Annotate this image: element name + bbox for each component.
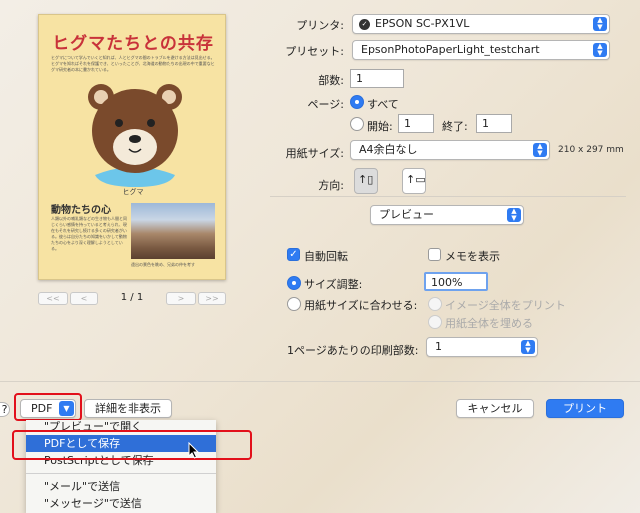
- scale-label: サイズ調整:: [304, 278, 363, 291]
- print-preview-page: ヒグマたちとの共存 ヒグマについて学んでいくと知れば、人とヒグマの間のトラブルを…: [38, 14, 226, 280]
- portrait-button[interactable]: ↑▯: [354, 168, 378, 194]
- paper-size-popup[interactable]: A4余白なし ▲ ▼: [350, 140, 550, 160]
- auto-rotate-checkbox[interactable]: ✓: [287, 248, 300, 261]
- document-title: ヒグマたちとの共存: [52, 34, 214, 54]
- printer-status-icon: ✓: [359, 19, 370, 30]
- bear-illustration: [88, 84, 182, 187]
- pages-range-radio[interactable]: [350, 117, 364, 131]
- copies-label: 部数:: [318, 74, 344, 87]
- pages-to-field[interactable]: 1: [476, 114, 512, 133]
- menu-separator: [26, 473, 216, 474]
- fit-entire-label: イメージ全体をプリント: [445, 299, 566, 312]
- paper-size-label: 用紙サイズ:: [285, 147, 344, 160]
- canyon-photo: [131, 203, 215, 259]
- portrait-icon: ↑▯: [358, 173, 374, 186]
- bear-caption: ヒグマ: [122, 188, 144, 196]
- pages-per-sheet-popup[interactable]: 1 ▲ ▼: [426, 337, 538, 357]
- pages-all-radio[interactable]: [350, 95, 364, 109]
- printer-value: EPSON SC-PX1VL: [375, 17, 470, 30]
- fit-entire-radio[interactable]: [428, 297, 442, 311]
- chevron-updown-icon: ▲ ▼: [507, 208, 521, 222]
- printer-label: プリンタ:: [296, 19, 344, 32]
- preset-value: EpsonPhotoPaperLight_testchart: [361, 43, 540, 56]
- chevron-updown-icon: ▲ ▼: [521, 340, 535, 354]
- chevron-down-icon: ▼: [59, 401, 74, 416]
- copies-field[interactable]: 1: [350, 69, 404, 88]
- pages-per-sheet-label: 1ページあたりの印刷部数:: [287, 344, 419, 357]
- fill-paper-label: 用紙全体を埋める: [445, 317, 533, 330]
- pdf-menu-button[interactable]: PDF ▼: [20, 399, 76, 418]
- page-indicator: 1 / 1: [120, 292, 144, 303]
- paper-dimensions: 210 x 297 mm: [558, 145, 624, 155]
- section-value: プレビュー: [379, 208, 434, 221]
- show-notes-checkbox[interactable]: [428, 248, 441, 261]
- save-pdf-highlight-box: [12, 430, 252, 460]
- scale-field[interactable]: 100%: [424, 272, 488, 291]
- fill-paper-radio[interactable]: [428, 315, 442, 329]
- chevron-updown-icon: ▲ ▼: [593, 17, 607, 31]
- first-page-button[interactable]: <<: [38, 292, 68, 305]
- print-button[interactable]: プリント: [546, 399, 624, 418]
- scale-radio[interactable]: [287, 276, 301, 290]
- divider: [270, 196, 626, 197]
- pages-from-field[interactable]: 1: [398, 114, 434, 133]
- show-notes-label: メモを表示: [445, 250, 500, 263]
- pages-per-sheet-value: 1: [435, 340, 442, 353]
- cancel-button[interactable]: キャンセル: [456, 399, 534, 418]
- orientation-label: 方向:: [318, 179, 344, 192]
- printer-popup[interactable]: ✓ EPSON SC-PX1VL ▲ ▼: [352, 14, 610, 34]
- section-popup[interactable]: プレビュー ▲ ▼: [370, 205, 524, 225]
- intro-paragraph: ヒグマについて学んでいくと知れば、人とヒグマの間のトラブルを避ける方法は見出せる…: [51, 55, 215, 72]
- preset-popup[interactable]: EpsonPhotoPaperLight_testchart ▲ ▼: [352, 40, 610, 60]
- pdf-label: PDF: [31, 402, 53, 415]
- help-button[interactable]: ?: [0, 402, 10, 417]
- fit-label: 用紙サイズに合わせる:: [304, 299, 418, 312]
- fit-radio[interactable]: [287, 297, 301, 311]
- animals-heading: 動物たちの心: [51, 205, 111, 216]
- chevron-updown-icon: ▲ ▼: [593, 43, 607, 57]
- next-page-button[interactable]: >: [166, 292, 196, 305]
- checkmark-icon: ✓: [289, 249, 298, 260]
- menu-item-send-via-mail[interactable]: "メール"で送信: [26, 478, 216, 495]
- chevron-updown-icon: ▲ ▼: [533, 143, 547, 157]
- pages-to-label: 終了:: [442, 120, 468, 133]
- mouse-cursor-icon: [188, 442, 200, 459]
- pages-all-label: すべて: [367, 98, 399, 111]
- pages-label: ページ:: [307, 98, 345, 111]
- hide-details-button[interactable]: 詳細を非表示: [84, 399, 172, 418]
- photo-caption: 遠出の景色を眺め、兄弟の仲を考す: [131, 262, 195, 267]
- menu-item-send-via-messages[interactable]: "メッセージ"で送信: [26, 495, 216, 512]
- footer-divider: [0, 381, 640, 382]
- preset-label: プリセット:: [285, 45, 344, 58]
- landscape-icon: ↑▭: [406, 173, 426, 186]
- prev-page-button[interactable]: <: [70, 292, 98, 305]
- pages-from-label: 開始:: [367, 120, 393, 133]
- landscape-button[interactable]: ↑▭: [402, 168, 426, 194]
- last-page-button[interactable]: >>: [198, 292, 226, 305]
- paper-size-value: A4余白なし: [359, 143, 418, 156]
- auto-rotate-label: 自動回転: [304, 250, 348, 263]
- animals-paragraph: 人類以外の哺乳類などの生き物も人間と同じくらい感情を持っていると考えられ、現在も…: [51, 216, 127, 251]
